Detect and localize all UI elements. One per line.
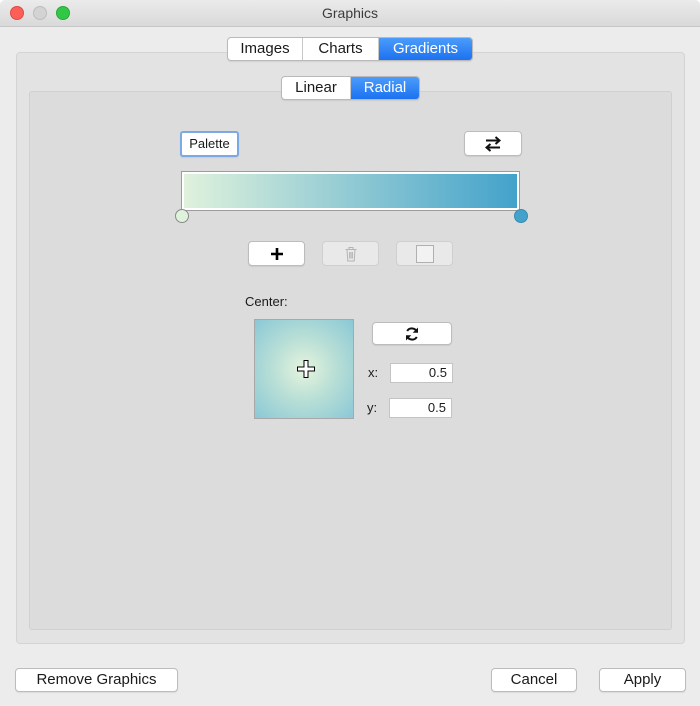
gradient-fill	[184, 174, 517, 208]
plus-icon	[270, 248, 283, 260]
crosshair-icon	[297, 360, 315, 378]
graphics-dialog: Graphics Images Charts Gradients Linear …	[0, 0, 700, 706]
gradient-stop-start[interactable]	[175, 209, 189, 223]
title-bar: Graphics	[0, 0, 700, 27]
trash-icon	[345, 247, 356, 262]
remove-graphics-button[interactable]: Remove Graphics	[15, 668, 178, 692]
gradient-preview-bar[interactable]	[181, 171, 520, 211]
tab-gradients[interactable]: Gradients	[379, 38, 472, 60]
x-field[interactable]: 0.5	[390, 363, 453, 383]
swap-arrows-icon	[484, 136, 502, 152]
palette-button[interactable]: Palette	[180, 131, 239, 157]
refresh-icon	[406, 327, 418, 341]
tab-images[interactable]: Images	[228, 38, 303, 60]
tab-charts[interactable]: Charts	[303, 38, 379, 60]
delete-stop-button[interactable]	[322, 241, 379, 266]
center-label: Center:	[245, 294, 288, 309]
color-swatch-icon	[415, 245, 434, 263]
y-label: y:	[367, 400, 378, 415]
reset-center-button[interactable]	[372, 322, 452, 345]
x-label: x:	[368, 365, 379, 380]
swap-colors-button[interactable]	[464, 131, 522, 156]
gradient-stop-end[interactable]	[514, 209, 528, 223]
window-title: Graphics	[321, 5, 379, 21]
stop-color-button[interactable]	[396, 241, 453, 266]
add-stop-button[interactable]	[248, 241, 305, 266]
center-picker[interactable]	[254, 319, 354, 419]
apply-button[interactable]: Apply	[599, 668, 686, 692]
tab-radial[interactable]: Radial	[351, 77, 419, 99]
gradient-type-tabs: Linear Radial	[281, 76, 420, 100]
tab-linear[interactable]: Linear	[282, 77, 351, 99]
y-field[interactable]: 0.5	[389, 398, 452, 418]
cancel-button[interactable]: Cancel	[491, 668, 577, 692]
main-tabs: Images Charts Gradients	[227, 37, 473, 61]
